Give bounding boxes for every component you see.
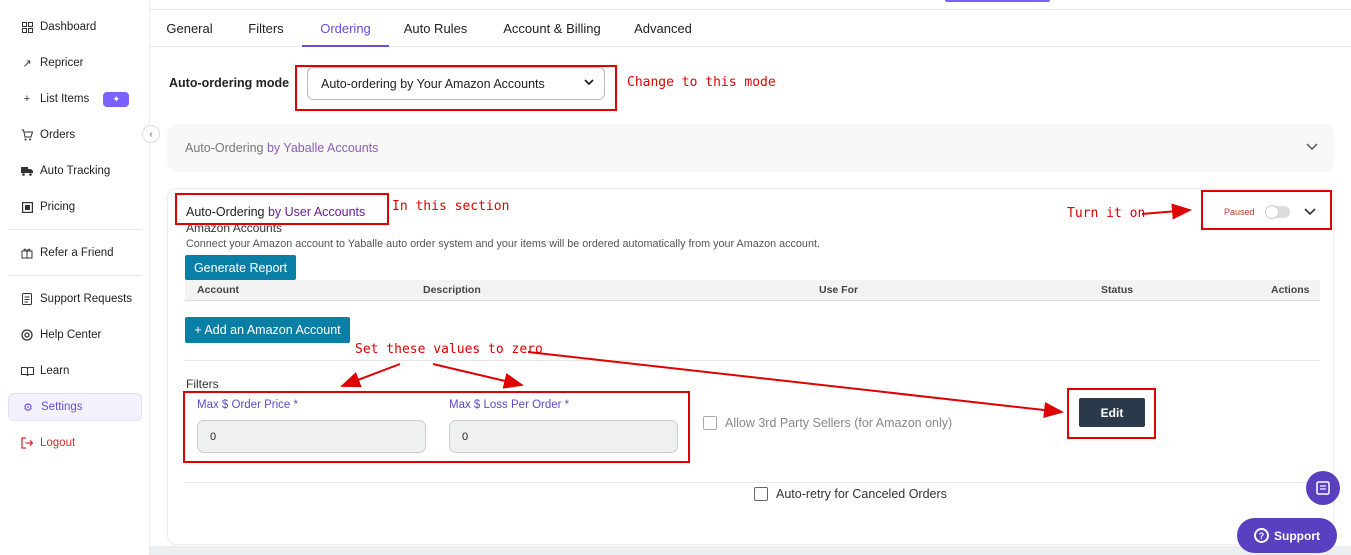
sidebar-item-label: Support Requests: [40, 293, 133, 305]
plus-icon: +: [23, 93, 31, 105]
sidebar-item-label: Help Center: [40, 329, 102, 341]
auto-retry-label: Auto-retry for Canceled Orders: [776, 487, 947, 501]
sidebar-item-label: Auto Tracking: [40, 165, 111, 177]
sidebar-item-settings[interactable]: ⚙ Settings: [8, 393, 142, 421]
gear-icon: ⚙: [23, 401, 33, 414]
gift-icon: [20, 246, 34, 260]
sidebar-item-label: Settings: [41, 401, 83, 413]
cart-icon: [20, 128, 34, 142]
tag-icon: [20, 200, 34, 214]
book-icon: [20, 364, 34, 378]
add-amazon-account-button[interactable]: + Add an Amazon Account: [185, 317, 350, 343]
column-header: Account: [197, 284, 239, 296]
new-badge-icon: ✦: [103, 91, 130, 107]
annotation-box-mode: [295, 65, 617, 111]
sidebar-item-orders[interactable]: Orders: [8, 121, 142, 149]
tab-filters[interactable]: Filters: [236, 10, 296, 47]
tab-auto-rules[interactable]: Auto Rules: [398, 10, 473, 47]
column-header: Description: [423, 284, 481, 296]
filters-label: Filters: [186, 377, 219, 391]
column-header: Actions: [1271, 284, 1310, 296]
logout-icon: [20, 436, 34, 450]
column-header: Status: [1101, 284, 1134, 296]
book-icon: [1316, 481, 1330, 495]
auto-retry-checkbox[interactable]: [754, 487, 768, 501]
top-accent: [945, 0, 1050, 2]
sidebar-divider: [8, 275, 142, 276]
yaballe-accounts-section[interactable]: Auto-Ordering by Yaballe Accounts: [167, 124, 1334, 172]
sidebar-item-label: Refer a Friend: [40, 247, 114, 259]
annotation-box-toggle: [1201, 190, 1332, 230]
amazon-accounts-description: Connect your Amazon account to Yaballe a…: [186, 238, 820, 250]
annotation-turn-on: Turn it on: [1067, 206, 1146, 221]
lifebuoy-icon: [20, 328, 34, 342]
help-icon: ?: [1254, 528, 1269, 543]
sidebar-item-label: Repricer: [40, 57, 84, 69]
sidebar-item-help-center[interactable]: Help Center: [8, 321, 142, 349]
column-header: Use For: [819, 284, 859, 296]
annotation-in-section: In this section: [392, 199, 510, 214]
divider: [185, 482, 1320, 483]
sidebar-item-label: Pricing: [40, 201, 76, 213]
annotation-set-zero: Set these values to zero: [355, 342, 543, 357]
allow-3rd-party-checkbox[interactable]: [703, 416, 717, 430]
generate-report-button[interactable]: Generate Report: [185, 255, 296, 280]
sidebar-item-label: Dashboard: [40, 21, 97, 33]
chat-button[interactable]: [1306, 471, 1340, 505]
support-button[interactable]: ? Support: [1237, 518, 1337, 553]
sidebar-item-repricer[interactable]: ↗ Repricer: [8, 49, 142, 77]
sidebar-item-dashboard[interactable]: Dashboard: [8, 13, 142, 41]
sidebar-item-auto-tracking[interactable]: Auto Tracking: [8, 157, 142, 185]
divider: [185, 360, 1320, 361]
sidebar-item-list-items[interactable]: + List Items ✦: [8, 85, 142, 113]
annotation-box-fields: [183, 391, 690, 463]
settings-tabs: General Filters Ordering Auto Rules Acco…: [150, 10, 1351, 47]
collapse-sidebar-button[interactable]: ‹: [142, 125, 160, 143]
annotation-box-section: [175, 193, 389, 225]
grid-icon: [20, 20, 34, 34]
sidebar-item-label: Orders: [40, 129, 76, 141]
allow-3rd-party-label: Allow 3rd Party Sellers (for Amazon only…: [725, 416, 953, 430]
accounts-table-header: Account Description Use For Status Actio…: [185, 280, 1320, 301]
trend-icon: ↗: [22, 57, 32, 70]
truck-icon: [20, 164, 34, 178]
sidebar-item-refer[interactable]: Refer a Friend: [8, 239, 142, 267]
sidebar: Dashboard ↗ Repricer + List Items ✦ Orde…: [0, 0, 150, 555]
tab-advanced[interactable]: Advanced: [628, 10, 698, 47]
sidebar-item-learn[interactable]: Learn: [8, 357, 142, 385]
support-label: Support: [1274, 528, 1320, 543]
chevron-down-icon[interactable]: [1306, 138, 1318, 154]
annotation-change-mode: Change to this mode: [627, 75, 776, 90]
tab-account-billing[interactable]: Account & Billing: [497, 10, 607, 47]
sidebar-item-label: Learn: [40, 365, 70, 377]
tab-general[interactable]: General: [153, 10, 226, 47]
bottom-scroll-strip: [150, 546, 1351, 555]
tab-ordering[interactable]: Ordering: [302, 10, 389, 47]
doc-icon: [20, 292, 34, 306]
sidebar-item-label: List Items: [40, 93, 90, 105]
sidebar-item-logout[interactable]: Logout: [8, 429, 142, 457]
annotation-box-edit: [1067, 388, 1156, 439]
section-title: Auto-Ordering by Yaballe Accounts: [185, 141, 379, 155]
sidebar-divider: [8, 229, 142, 230]
sidebar-item-support-requests[interactable]: Support Requests: [8, 285, 142, 313]
sidebar-item-pricing[interactable]: Pricing: [8, 193, 142, 221]
auto-ordering-mode-label: Auto-ordering mode: [169, 76, 290, 90]
sidebar-item-label: Logout: [40, 437, 76, 449]
